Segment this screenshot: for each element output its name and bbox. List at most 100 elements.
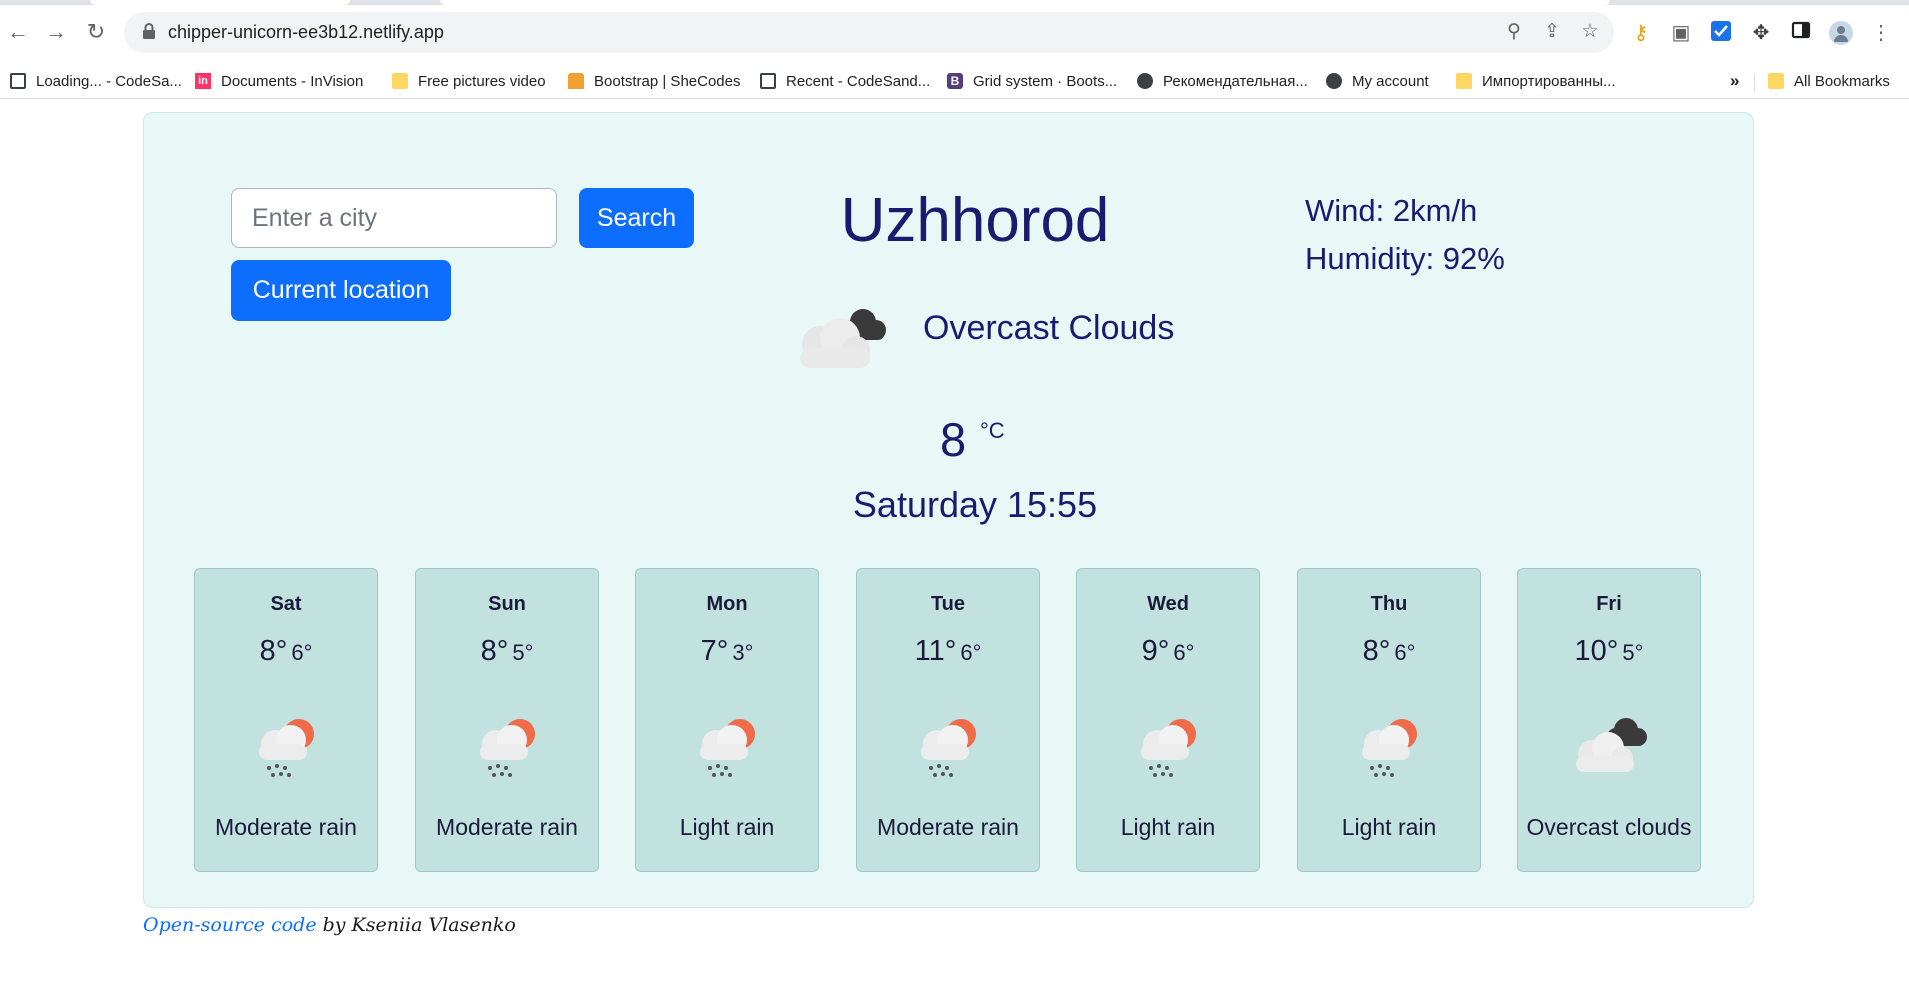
forecast-min-temp: 6° (1394, 640, 1416, 665)
back-arrow-icon[interactable]: ← (6, 20, 30, 44)
square-outline-icon (10, 73, 26, 89)
forward-arrow-icon[interactable]: → (44, 20, 68, 44)
bookmarks-bar: Loading... - CodeSa... in Documents - InV… (0, 64, 1909, 99)
folder-icon (392, 73, 408, 89)
bookmark-item[interactable]: Рекомендательная... (1137, 70, 1308, 92)
profile-avatar-icon[interactable] (1828, 20, 1854, 46)
weather-description: Overcast Clouds (923, 309, 1175, 347)
square-outline-icon (760, 73, 776, 89)
bookmark-item[interactable]: in Documents - InVision (195, 70, 363, 92)
lock-icon (143, 23, 155, 39)
share-icon[interactable]: ⇪ (1540, 20, 1564, 44)
folder-icon (1456, 73, 1472, 89)
author-credit: by Kseniia Vlasenko (316, 914, 516, 936)
forecast-day-card: Thu 8° 6° Light rain (1297, 568, 1481, 872)
all-bookmarks-folder[interactable]: All Bookmarks (1768, 70, 1890, 92)
tab-active[interactable] (440, 0, 1610, 5)
forecast-min-temp: 3° (732, 640, 754, 665)
reload-icon[interactable]: ↻ (84, 20, 108, 44)
rain-sun-icon (480, 719, 535, 777)
forecast-min-temp: 5° (1622, 640, 1644, 665)
forecast-day-name: Thu (1370, 593, 1408, 615)
bookmark-item[interactable]: Loading... - CodeSa... (10, 70, 182, 92)
forecast-temperatures: 7° 3° (636, 635, 818, 668)
forecast-description: Light rain (679, 814, 775, 840)
bookmark-item[interactable]: Импортированны... (1456, 70, 1616, 92)
footer-credit: Open-source code by Kseniia Vlasenko (143, 914, 516, 936)
forecast-max-temp: 8° (480, 635, 509, 667)
forecast-description: Light rain (1341, 814, 1437, 840)
forecast-description: Moderate rain (215, 814, 357, 840)
forecast-min-temp: 6° (960, 640, 982, 665)
forecast-min-temp: 6° (1173, 640, 1195, 665)
browser-toolbar: ← → ↻ chipper-unicorn-ee3b12.netlify.app… (0, 0, 1909, 64)
forecast-day-card: Wed 9° 6° Light rain (1076, 568, 1260, 872)
forecast-max-temp: 10° (1574, 635, 1619, 667)
side-panel-icon[interactable] (1788, 20, 1814, 46)
forecast-day-card: Fri 10° 5° Overcast clouds (1517, 568, 1701, 872)
globe-icon (1137, 73, 1153, 89)
rain-sun-icon (1362, 719, 1417, 777)
forecast-day-name: Fri (1596, 593, 1622, 615)
forecast-temperatures: 8° 6° (195, 635, 377, 668)
humidity: Humidity: 92% (1305, 241, 1505, 276)
bookmark-star-icon[interactable]: ☆ (1578, 20, 1602, 44)
forecast-description: Moderate rain (877, 814, 1019, 840)
forecast-temperatures: 8° 5° (416, 635, 598, 668)
forecast-description: Overcast clouds (1526, 814, 1692, 840)
forecast-max-temp: 11° (914, 635, 957, 667)
forecast-temperatures: 9° 6° (1077, 635, 1259, 668)
bookmark-item[interactable]: My account (1326, 70, 1429, 92)
folder-icon (1768, 73, 1784, 89)
kebab-menu-icon[interactable]: ⋮ (1868, 20, 1894, 46)
shecodes-icon (568, 73, 584, 89)
open-source-link[interactable]: Open-source code (143, 914, 317, 936)
tab-strip (0, 0, 1909, 5)
bookmark-item[interactable]: B Grid system · Boots... (947, 70, 1117, 92)
wind-speed: Wind: 2km/h (1305, 193, 1478, 228)
tab-inactive[interactable] (90, 0, 350, 5)
forecast-min-temp: 5° (512, 640, 534, 665)
bookmark-item[interactable]: Free pictures video (392, 70, 546, 92)
key-extension-icon[interactable]: ⚷ (1628, 20, 1654, 46)
city-name: Uzhhorod (840, 186, 1110, 255)
forecast-description: Moderate rain (436, 814, 578, 840)
forecast-temperatures: 11° 6° (857, 635, 1039, 668)
temperature-unit-toggle[interactable]: °C (980, 418, 1005, 444)
forecast-min-temp: 6° (291, 640, 313, 665)
search-button[interactable]: Search (579, 188, 694, 248)
cast-extension-icon[interactable]: ▣ (1668, 20, 1694, 46)
forecast-day-name: Wed (1147, 593, 1189, 615)
puzzle-extensions-icon[interactable]: ✥ (1748, 20, 1774, 46)
rain-sun-icon (1141, 719, 1196, 777)
checkbox-extension-icon[interactable] (1708, 20, 1734, 46)
overcast-clouds-icon (1576, 718, 1647, 772)
forecast-max-temp: 7° (700, 635, 729, 667)
current-temperature: 8 (940, 413, 967, 466)
bookmark-item[interactable]: Bootstrap | SheCodes (568, 70, 740, 92)
forecast-temperatures: 8° 6° (1298, 635, 1480, 668)
forecast-max-temp: 9° (1141, 635, 1170, 667)
forecast-day-card: Mon 7° 3° Light rain (635, 568, 819, 872)
invision-icon: in (195, 73, 211, 89)
city-search-input[interactable] (231, 188, 557, 248)
forecast-day-name: Sat (270, 593, 302, 615)
bootstrap-icon: B (947, 73, 963, 89)
forecast-day-name: Mon (706, 593, 748, 615)
globe-icon (1326, 73, 1342, 89)
location-pin-icon[interactable]: ⚲ (1502, 20, 1526, 44)
more-bookmarks-chevron-icon[interactable]: » (1730, 70, 1739, 92)
rain-sun-icon (921, 719, 976, 777)
address-bar[interactable]: chipper-unicorn-ee3b12.netlify.app ⚲ ⇪ ☆ (124, 12, 1614, 53)
overcast-clouds-icon (800, 309, 886, 368)
rain-sun-icon (700, 719, 755, 777)
forecast-temperatures: 10° 5° (1518, 635, 1700, 668)
bookmarks-divider (1754, 74, 1755, 92)
forecast-day-name: Tue (930, 593, 966, 615)
bookmark-item[interactable]: Recent - CodeSand... (760, 70, 930, 92)
forecast-max-temp: 8° (1362, 635, 1391, 667)
current-location-button[interactable]: Current location (231, 260, 451, 321)
url-text: chipper-unicorn-ee3b12.netlify.app (168, 22, 444, 42)
current-date-time: Saturday 15:55 (852, 484, 1098, 525)
forecast-max-temp: 8° (259, 635, 288, 667)
